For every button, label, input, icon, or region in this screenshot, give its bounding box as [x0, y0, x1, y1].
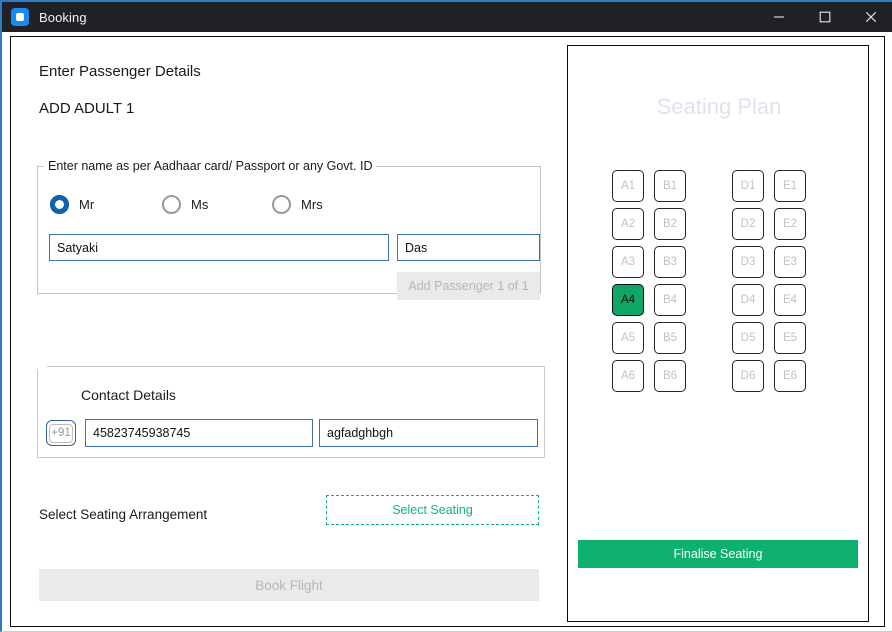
booking-app-icon — [11, 8, 29, 26]
radio-icon-ms[interactable] — [162, 195, 181, 214]
country-code-value: +91 — [49, 423, 73, 443]
seat-b2[interactable]: B2 — [654, 208, 686, 240]
seat-gap — [644, 360, 654, 398]
seat-e3[interactable]: E3 — [774, 246, 806, 278]
seat-b4[interactable]: B4 — [654, 284, 686, 316]
seating-plan-title: Seating Plan — [656, 94, 782, 119]
seat-e2[interactable]: E2 — [774, 208, 806, 240]
select-seating-button[interactable]: Select Seating — [326, 495, 539, 525]
seat-b5[interactable]: B5 — [654, 322, 686, 354]
radio-icon-mrs[interactable] — [272, 195, 291, 214]
aisle-gap — [686, 360, 732, 398]
radio-option-mr[interactable]: Mr — [50, 195, 162, 214]
seat-a1[interactable]: A1 — [612, 170, 644, 202]
booking-panel: Enter Passenger Details ADD ADULT 1 Ente… — [10, 36, 885, 627]
email-input[interactable] — [319, 419, 538, 447]
passenger-form-column: Enter Passenger Details ADD ADULT 1 — [33, 59, 553, 117]
seat-a4[interactable]: A4 — [612, 284, 644, 316]
aisle-gap — [686, 246, 732, 284]
seat-gap — [764, 208, 774, 246]
passenger-name-group-legend: Enter name as per Aadhaar card/ Passport… — [48, 159, 373, 173]
window-controls — [756, 1, 892, 33]
radio-option-mrs[interactable]: Mrs — [272, 195, 382, 214]
passenger-name-group: Enter name as per Aadhaar card/ Passport… — [37, 159, 541, 300]
fieldset-legend-gap — [37, 366, 47, 369]
radio-icon-mr[interactable] — [50, 195, 69, 214]
seat-gap — [764, 170, 774, 208]
book-flight-button[interactable]: Book Flight — [39, 569, 539, 601]
seat-d3[interactable]: D3 — [732, 246, 764, 278]
maximize-icon[interactable] — [802, 1, 848, 33]
seat-e1[interactable]: E1 — [774, 170, 806, 202]
aisle-gap — [686, 284, 732, 322]
radio-label-mrs: Mrs — [301, 197, 323, 212]
seat-gap — [764, 246, 774, 284]
seat-gap — [644, 284, 654, 322]
seat-a2[interactable]: A2 — [612, 208, 644, 240]
phone-number-input[interactable] — [85, 419, 313, 447]
seat-e4[interactable]: E4 — [774, 284, 806, 316]
seat-e6[interactable]: E6 — [774, 360, 806, 392]
seat-gap — [644, 246, 654, 284]
seat-gap — [644, 208, 654, 246]
content-area: Enter Passenger Details ADD ADULT 1 Ente… — [4, 32, 892, 630]
seat-d6[interactable]: D6 — [732, 360, 764, 392]
radio-option-ms[interactable]: Ms — [162, 195, 272, 214]
seat-a3[interactable]: A3 — [612, 246, 644, 278]
contact-details-group: Contact Details +91 — [37, 366, 545, 458]
finalise-seating-button[interactable]: Finalise Seating — [578, 540, 858, 568]
seat-d1[interactable]: D1 — [732, 170, 764, 202]
seat-gap — [644, 322, 654, 360]
seat-row: A3 B3 D3 E3 — [612, 246, 830, 284]
select-seating-arrangement-label: Select Seating Arrangement — [39, 507, 208, 522]
seat-grid: A1 B1 D1 E1 A2 B2 D2 E2 A3 B3 D3 E3 A4 B4 D4 E4 A5 B5 D5 E5… — [612, 170, 830, 398]
seat-row: A5 B5 D5 E5 — [612, 322, 830, 360]
contact-details-title: Contact Details — [81, 387, 176, 403]
seat-gap — [644, 170, 654, 208]
aisle-gap — [686, 322, 732, 360]
page-title: Enter Passenger Details — [39, 63, 201, 80]
seat-row: A1 B1 D1 E1 — [612, 170, 830, 208]
title-radio-group: Mr Ms Mrs — [50, 195, 530, 214]
title-bar: Booking — [2, 0, 892, 32]
aisle-gap — [686, 208, 732, 246]
seat-b1[interactable]: B1 — [654, 170, 686, 202]
seating-plan-panel: Seating Plan A1 B1 D1 E1 A2 B2 D2 E2 A3 B3 D3 E3 A4 B… — [567, 45, 869, 622]
seat-d5[interactable]: D5 — [732, 322, 764, 354]
radio-label-mr: Mr — [79, 197, 95, 212]
minimize-icon[interactable] — [756, 1, 802, 33]
seat-a6[interactable]: A6 — [612, 360, 644, 392]
seat-gap — [764, 360, 774, 398]
country-code-field[interactable]: +91 — [46, 420, 76, 446]
radio-label-ms: Ms — [191, 197, 209, 212]
seat-e5[interactable]: E5 — [774, 322, 806, 354]
seat-gap — [764, 284, 774, 322]
seat-row: A4 B4 D4 E4 — [612, 284, 830, 322]
seat-d2[interactable]: D2 — [732, 208, 764, 240]
aisle-gap — [686, 170, 732, 208]
application-window: Booking Enter Passenger Details ADD ADUL… — [0, 0, 892, 632]
window-title: Booking — [39, 9, 87, 25]
seat-d4[interactable]: D4 — [732, 284, 764, 316]
app-icon-inner-square — [16, 13, 24, 21]
seat-gap — [764, 322, 774, 360]
first-name-input[interactable] — [49, 234, 389, 261]
last-name-input[interactable] — [397, 234, 540, 261]
seat-row: A6 B6 D6 E6 — [612, 360, 830, 398]
seat-b3[interactable]: B3 — [654, 246, 686, 278]
seat-b6[interactable]: B6 — [654, 360, 686, 392]
add-passenger-button[interactable]: Add Passenger 1 of 1 — [397, 272, 540, 300]
seat-row: A2 B2 D2 E2 — [612, 208, 830, 246]
add-adult-label: ADD ADULT 1 — [39, 100, 135, 117]
seat-a5[interactable]: A5 — [612, 322, 644, 354]
close-icon[interactable] — [848, 1, 892, 33]
